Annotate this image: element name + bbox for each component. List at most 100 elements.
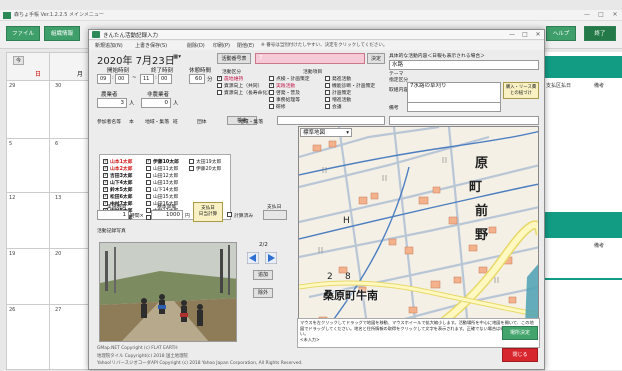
participant-row[interactable]: 伊藤20太郎 — [189, 165, 221, 172]
participant-checkbox[interactable] — [146, 187, 151, 192]
next-photo-icon[interactable] — [265, 252, 277, 264]
participant-row[interactable]: ✓ 山下4太郎 — [103, 179, 133, 186]
activity-category-row[interactable]: 点検・計画策定 — [269, 75, 310, 82]
end-hour-select[interactable]: 11 — [140, 74, 154, 84]
filter-tab-region[interactable]: 地域・集落 — [145, 118, 169, 125]
activity-category-row[interactable]: 計画策定 — [325, 89, 351, 96]
place-input[interactable] — [389, 116, 539, 125]
participant-checkbox[interactable] — [189, 166, 194, 171]
activity-category-row[interactable]: ✓ 実践活動 — [269, 82, 295, 89]
activity-category-checkbox[interactable] — [325, 104, 330, 109]
activity-content-input[interactable]: 水路 — [389, 60, 539, 70]
participant-checkbox[interactable] — [146, 201, 151, 206]
calendar-today-button[interactable]: 今 — [13, 56, 24, 65]
participant-row[interactable]: 山田15太郎 — [146, 193, 178, 200]
confirm-place-button[interactable]: 場所決定 — [502, 326, 538, 340]
menu-close[interactable]: 閉他(E) — [237, 42, 254, 49]
activity-number-table-button[interactable]: 活動番号表 — [217, 53, 251, 64]
participant-checkbox[interactable] — [146, 180, 151, 185]
previous-photo-icon[interactable] — [247, 252, 259, 264]
participant-checkbox[interactable] — [189, 159, 194, 164]
activity-type-row[interactable]: 資源向上（長寿命化） — [217, 89, 272, 96]
participant-row[interactable]: ✓ 伊藤10太郎 — [146, 158, 179, 165]
filter-tab-book[interactable]: 本 — [129, 118, 134, 125]
filter-tab-org[interactable]: 団体 — [197, 118, 207, 125]
activity-category-row[interactable]: 事務処理等 — [269, 96, 300, 103]
participant-row[interactable]: 山下14太郎 — [146, 186, 178, 193]
activity-category-checkbox[interactable] — [325, 97, 330, 102]
remove-photo-button[interactable]: 除外 — [253, 288, 273, 298]
participant-row[interactable]: ✓ 山本1太郎 — [103, 158, 133, 165]
nonfarmers-count-input[interactable]: 0 — [141, 98, 171, 108]
farmers-count-input[interactable]: 3 — [97, 98, 127, 108]
activity-category-row[interactable]: 発進活動 — [325, 75, 351, 82]
activity-date[interactable]: 2020年 7月23日 — [97, 52, 175, 67]
calc-done-checkbox[interactable] — [227, 212, 232, 217]
participant-row[interactable]: ✓ 山本2太郎 — [103, 165, 133, 172]
participant-row[interactable]: 山田11太郎 — [146, 165, 178, 172]
participant-checkbox[interactable] — [146, 166, 151, 171]
dialog-maximize-button[interactable]: □ — [519, 30, 531, 39]
participant-checkbox[interactable] — [146, 173, 151, 178]
filter-tab-group[interactable]: 班 — [173, 118, 178, 125]
participant-checkbox[interactable] — [146, 194, 151, 199]
work-hours-input[interactable]: 1 — [97, 210, 129, 220]
participant-checkbox[interactable]: ✓ — [103, 173, 108, 178]
pay-day-input[interactable] — [263, 210, 287, 220]
unit-cost-input[interactable]: 1000 — [151, 210, 183, 220]
activity-type-checkbox[interactable] — [217, 90, 222, 95]
activity-type-row[interactable]: ✓ 農地維持 — [217, 75, 243, 82]
activity-category-checkbox[interactable] — [269, 76, 274, 81]
activity-category-row[interactable]: 会議 — [325, 103, 342, 110]
menu-print[interactable]: 印刷(P) — [213, 42, 230, 49]
close-dialog-button[interactable]: 閉じる — [502, 348, 538, 362]
activity-category-checkbox[interactable] — [269, 104, 274, 109]
participant-checkbox[interactable]: ✓ — [146, 159, 151, 164]
calendar-date[interactable]: 27 — [55, 307, 61, 313]
activity-category-checkbox[interactable] — [325, 90, 330, 95]
participant-checkbox[interactable]: ✓ — [103, 194, 108, 199]
activity-category-row[interactable]: 研修 — [269, 103, 286, 110]
calendar-date[interactable]: 13 — [55, 195, 61, 201]
activity-category-checkbox[interactable]: ✓ — [269, 83, 274, 88]
start-hour-select[interactable]: 09 — [97, 74, 111, 84]
org-info-button[interactable]: 組織情報 — [44, 26, 80, 41]
daily-pay-calc-button[interactable]: 支払日 日当計算 — [193, 202, 223, 222]
minimize-button[interactable]: — — [580, 10, 594, 20]
filter-tab-participants[interactable]: 参加者名等 — [97, 118, 121, 125]
decide-button[interactable]: 決定 — [367, 53, 385, 64]
participant-checkbox[interactable]: ✓ — [103, 187, 108, 192]
calendar-dropdown-icon[interactable]: ▦▾ — [173, 54, 181, 60]
calendar-date[interactable]: 6 — [55, 141, 58, 147]
participant-row[interactable]: ✓ 松田6太郎 — [103, 193, 133, 200]
help-button[interactable]: ヘルプ — [546, 26, 576, 41]
participant-row[interactable]: 山田12太郎 — [146, 172, 178, 179]
dialog-close-button[interactable]: ✕ — [532, 30, 544, 39]
purchase-lease-link-button[interactable]: 購入・リース費 との紐づけ — [503, 82, 539, 99]
activity-number-display[interactable]: 7 — [255, 53, 365, 64]
activity-type-row[interactable]: 資源向上（共同） — [217, 82, 262, 89]
participant-checkbox[interactable]: ✓ — [103, 166, 108, 171]
participant-checkbox[interactable]: ✓ — [103, 180, 108, 185]
region-select[interactable] — [277, 116, 385, 125]
participant-row[interactable]: 山田13太郎 — [146, 179, 178, 186]
calendar-date[interactable]: 26 — [9, 307, 15, 313]
activity-category-checkbox[interactable] — [269, 97, 274, 102]
menu-new[interactable]: 新規追加(N) — [95, 42, 123, 49]
end-minute-select[interactable]: 00 — [158, 74, 172, 84]
map-mode-select[interactable]: 標準地図 ▾ — [300, 128, 352, 137]
exit-button[interactable]: 終了 — [584, 26, 616, 41]
calendar-date[interactable]: 30 — [55, 83, 61, 89]
activity-category-row[interactable]: 増進活動 — [325, 96, 351, 103]
close-window-button[interactable]: ✕ — [608, 10, 622, 20]
activity-category-row[interactable]: 機能診断・計画策定 — [325, 82, 375, 89]
file-button[interactable]: ファイル — [6, 26, 40, 41]
participant-checkbox[interactable]: ✓ — [103, 159, 108, 164]
calendar-date[interactable]: 19 — [9, 251, 15, 257]
remarks-input[interactable] — [407, 102, 501, 112]
activity-category-checkbox[interactable] — [269, 90, 274, 95]
calendar-date[interactable]: 12 — [9, 195, 15, 201]
start-minute-select[interactable]: 00 — [115, 74, 129, 84]
participant-row[interactable]: ✓ 鈴木5太郎 — [103, 186, 133, 193]
calendar-date[interactable]: 5 — [9, 141, 12, 147]
